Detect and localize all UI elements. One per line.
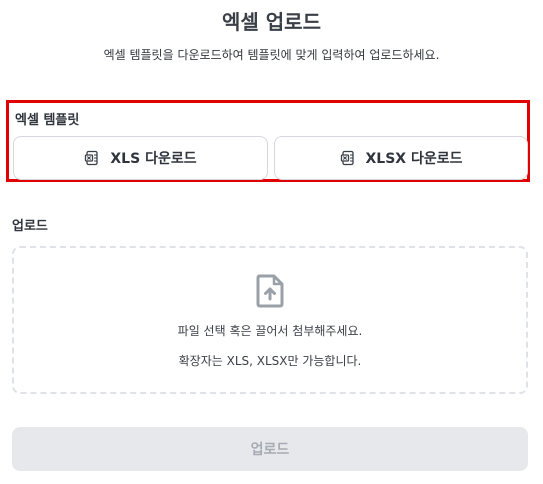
xls-download-label: XLS 다운로드 [110,151,197,167]
xlsx-download-label: XLSX 다운로드 [365,151,463,167]
excel-file-icon [84,150,100,166]
xls-download-button[interactable]: XLS 다운로드 [13,136,268,180]
page-title: 엑셀 업로드 [222,10,321,34]
template-section: 엑셀 템플릿 XLS 다운로드 XLSX 다운로드 [6,100,530,182]
dropzone-hint: 확장자는 XLS, XLSX만 가능합니다. [178,354,362,368]
file-dropzone[interactable]: 파일 선택 혹은 끌어서 첨부해주세요. 확장자는 XLS, XLSX만 가능합… [12,246,528,394]
file-upload-icon [255,274,285,312]
upload-submit-button[interactable]: 업로드 [12,427,528,471]
upload-label: 업로드 [12,219,48,234]
dropzone-instruction: 파일 선택 혹은 끌어서 첨부해주세요. [177,324,363,338]
xlsx-download-button[interactable]: XLSX 다운로드 [274,136,528,180]
excel-file-icon [340,150,356,166]
template-label: 엑셀 템플릿 [15,113,80,128]
page-subtitle: 엑셀 템플릿을 다운로드하여 템플릿에 맞게 입력하여 업로드하세요. [103,48,440,62]
